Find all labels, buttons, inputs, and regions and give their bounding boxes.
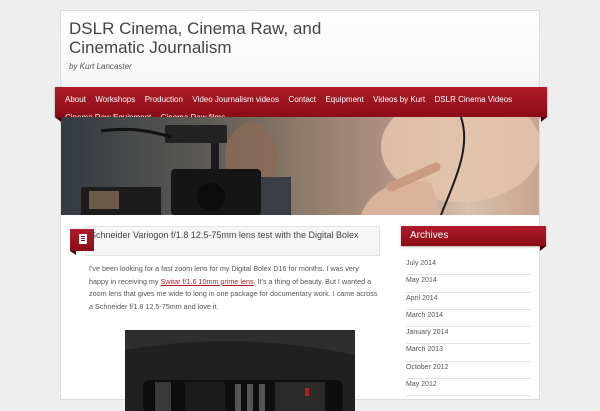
archive-link[interactable]: March 2013 <box>406 344 531 362</box>
nav-item-equipment[interactable]: Equipment <box>325 94 363 106</box>
page-container: DSLR Cinema, Cinema Raw, and Cinematic J… <box>55 10 547 411</box>
archive-link[interactable]: May 2014 <box>406 275 531 293</box>
nav-item-video-journalism[interactable]: Video Journalism videos <box>192 94 279 106</box>
archive-link[interactable]: April 2014 <box>406 293 531 310</box>
nav-item-dslr-cinema-videos[interactable]: DSLR Cinema Videos <box>435 94 513 106</box>
archive-link[interactable]: March 2014 <box>406 310 531 328</box>
post-excerpt: I've been looking for a fast zoom lens f… <box>89 263 379 314</box>
post-title[interactable]: Schneider Variogon f/1.8 12.5-75mm lens … <box>90 230 375 241</box>
sidebar: Archives July 2014 May 2014 April 2014 M… <box>401 226 546 401</box>
nav-item-videos-by-kurt[interactable]: Videos by Kurt <box>373 94 425 106</box>
blog-post: Schneider Variogon f/1.8 12.5-75mm lens … <box>70 226 381 411</box>
lens-photo <box>125 330 355 411</box>
camera-operator-photo <box>81 117 539 215</box>
header-banner-image <box>61 117 539 215</box>
document-icon <box>79 234 87 244</box>
main-navigation: About Workshops Production Video Journal… <box>55 87 547 122</box>
switar-lens-link[interactable]: Switar f/1.6 10mm prime lens <box>161 277 254 286</box>
site-title[interactable]: DSLR Cinema, Cinema Raw, and Cinematic J… <box>69 19 369 57</box>
post-title-bar: Schneider Variogon f/1.8 12.5-75mm lens … <box>70 226 380 256</box>
nav-item-production[interactable]: Production <box>145 94 183 106</box>
site-header: DSLR Cinema, Cinema Raw, and Cinematic J… <box>61 11 539 89</box>
archive-link[interactable]: October 2012 <box>406 362 531 380</box>
site-description: by Kurt Lancaster <box>69 62 132 71</box>
nav-item-about[interactable]: About <box>65 94 86 106</box>
archives-list: July 2014 May 2014 April 2014 March 2014… <box>406 258 531 397</box>
nav-item-workshops[interactable]: Workshops <box>95 94 135 106</box>
archive-link[interactable]: May 2012 <box>406 379 531 397</box>
archives-heading: Archives <box>410 230 449 241</box>
archive-link[interactable]: July 2014 <box>406 258 531 276</box>
nav-item-contact[interactable]: Contact <box>288 94 316 106</box>
archives-widget-title: Archives <box>401 226 546 251</box>
archive-link[interactable]: January 2014 <box>406 327 531 345</box>
zoom-lens-image <box>125 330 355 411</box>
